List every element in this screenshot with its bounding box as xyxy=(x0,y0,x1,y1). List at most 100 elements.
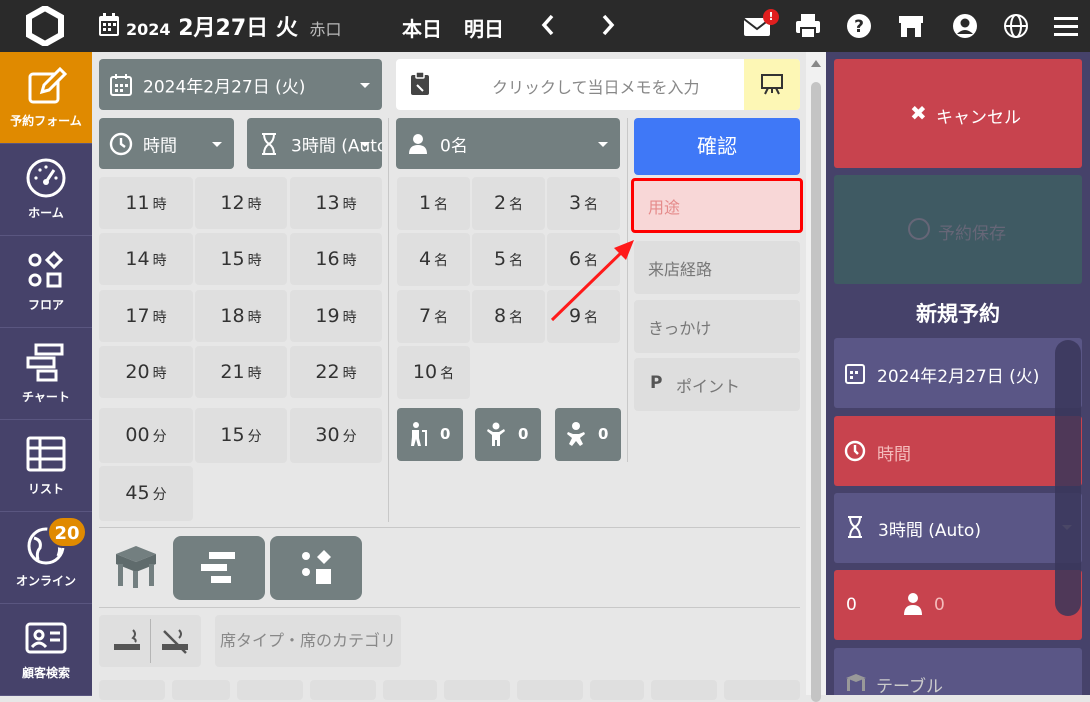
next-day-icon[interactable] xyxy=(601,14,615,36)
hour-button[interactable]: 11 時 xyxy=(99,177,193,229)
table-view-icon[interactable] xyxy=(110,544,162,590)
sidebar-item-chart[interactable]: チャート xyxy=(0,328,92,420)
people-count-button[interactable]: 7名 xyxy=(397,290,470,343)
day-memo-input[interactable]: クリックして当日メモを入力 xyxy=(396,59,800,110)
purpose-field[interactable]: 用途 xyxy=(631,178,803,233)
menu-icon[interactable] xyxy=(1052,12,1080,40)
people-count-button[interactable]: 8名 xyxy=(472,290,545,343)
people-select-value: 0名 xyxy=(440,136,468,156)
category-chip[interactable] xyxy=(651,680,717,700)
save-reservation-button[interactable]: 予約保存 xyxy=(834,175,1082,284)
header-date[interactable]: 2024 2月27日 火 赤口 xyxy=(126,10,342,42)
help-icon[interactable]: ? xyxy=(845,12,873,40)
whiteboard-button[interactable] xyxy=(744,59,800,110)
sidebar-item-reservation-form[interactable]: 予約フォーム xyxy=(0,52,92,144)
account-icon[interactable] xyxy=(951,12,979,40)
hour-value: 20 xyxy=(125,361,150,383)
edit-icon xyxy=(28,66,68,104)
sidebar-item-list[interactable]: リスト xyxy=(0,420,92,512)
people-count-button[interactable]: 5名 xyxy=(472,233,545,286)
hour-button[interactable]: 21 時 xyxy=(195,346,287,398)
count-unit: 名 xyxy=(434,310,449,326)
category-chip[interactable] xyxy=(383,680,437,700)
hour-button[interactable]: 14 時 xyxy=(99,233,193,285)
count-unit: 名 xyxy=(434,197,449,213)
hour-button[interactable]: 18 時 xyxy=(195,290,287,342)
people-select[interactable]: 0名 xyxy=(396,118,620,169)
baby-count-button[interactable]: 0 xyxy=(555,408,621,461)
smoking-icon[interactable] xyxy=(113,628,141,654)
category-chip[interactable] xyxy=(590,680,644,700)
today-button[interactable]: 本日 xyxy=(402,13,442,42)
header-rokuyo: 赤口 xyxy=(309,20,342,39)
category-chip[interactable] xyxy=(517,680,583,700)
minute-button[interactable]: 30 分 xyxy=(290,408,382,463)
confirm-button[interactable]: 確認 xyxy=(634,118,800,175)
sidebar-item-floor[interactable]: フロア xyxy=(0,236,92,328)
top-bar: 2024 2月27日 火 赤口 本日 明日 ! ? xyxy=(0,0,1090,52)
store-icon[interactable] xyxy=(897,12,925,40)
date-select[interactable]: 2024年2月27日 (火) xyxy=(99,59,382,110)
panel-scroll-thumb[interactable] xyxy=(1055,340,1081,616)
category-chip[interactable] xyxy=(724,680,800,700)
count-value: 1 xyxy=(418,192,432,214)
scroll-up-icon[interactable] xyxy=(811,60,821,67)
people-count-button[interactable]: 4名 xyxy=(397,233,470,286)
category-chip[interactable] xyxy=(99,680,165,700)
duration-select[interactable]: 3時間 (Auto) xyxy=(247,118,382,169)
floor-view-button[interactable] xyxy=(270,536,362,600)
hour-button[interactable]: 20 時 xyxy=(99,346,193,398)
people-count-button[interactable]: 1名 xyxy=(397,177,470,230)
minute-button[interactable]: 00 分 xyxy=(99,408,193,463)
minute-button[interactable]: 15 分 xyxy=(195,408,287,463)
hour-value: 16 xyxy=(315,248,340,270)
hour-button[interactable]: 19 時 xyxy=(290,290,382,342)
minute-value: 30 xyxy=(315,424,340,446)
category-chip[interactable] xyxy=(444,680,510,700)
people-count-button[interactable]: 3名 xyxy=(547,177,620,230)
cancel-button[interactable]: ✖ キャンセル xyxy=(834,59,1082,168)
sidebar-item-label: ホーム xyxy=(28,206,64,220)
people-count-button[interactable]: 10 名 xyxy=(397,346,470,399)
minute-button[interactable]: 45 分 xyxy=(99,466,193,521)
hour-button[interactable]: 16 時 xyxy=(290,233,382,285)
app-logo-icon[interactable] xyxy=(25,6,65,46)
trigger-field[interactable]: きっかけ xyxy=(634,300,800,353)
no-smoking-icon[interactable] xyxy=(161,628,189,654)
summary-duration[interactable]: 3時間 (Auto) xyxy=(834,493,1082,563)
summary-people[interactable]: 0 0 xyxy=(834,570,1082,640)
hour-button[interactable]: 17 時 xyxy=(99,290,193,342)
chart-view-button[interactable] xyxy=(173,536,265,600)
category-chip[interactable] xyxy=(172,680,230,700)
hour-button[interactable]: 12 時 xyxy=(195,177,287,229)
tomorrow-button[interactable]: 明日 xyxy=(464,13,504,42)
category-chip[interactable] xyxy=(310,680,376,700)
print-icon[interactable] xyxy=(794,12,822,40)
summary-time[interactable]: 時間 xyxy=(834,416,1082,486)
child-count-button[interactable]: 0 xyxy=(475,408,541,461)
section-divider xyxy=(99,527,800,528)
sidebar-item-customer-search[interactable]: 顧客検索 xyxy=(0,604,92,696)
summary-table[interactable]: テーブル xyxy=(834,648,1082,697)
senior-count-button[interactable]: 0 xyxy=(397,408,463,461)
prev-day-icon[interactable] xyxy=(541,14,555,36)
seat-category-filter[interactable]: 席タイプ・席のカテゴリ xyxy=(215,615,401,667)
hour-button[interactable]: 15 時 xyxy=(195,233,287,285)
time-select[interactable]: 時間 xyxy=(99,118,234,169)
hour-button[interactable]: 22 時 xyxy=(290,346,382,398)
sidebar-item-home[interactable]: ホーム xyxy=(0,144,92,236)
scroll-thumb[interactable] xyxy=(811,82,821,702)
language-globe-icon[interactable] xyxy=(1002,12,1030,40)
hour-value: 19 xyxy=(315,305,340,327)
point-field[interactable]: P ポイント xyxy=(634,358,800,411)
hourglass-icon xyxy=(262,132,276,155)
minute-value: 45 xyxy=(125,482,150,504)
visit-route-field[interactable]: 来店経路 xyxy=(634,241,800,294)
summary-date[interactable]: 2024年2月27日 (火) xyxy=(834,338,1082,408)
category-chip[interactable] xyxy=(237,680,303,700)
calendar-icon[interactable] xyxy=(98,13,120,37)
minute-value: 00 xyxy=(125,424,150,446)
hour-button[interactable]: 13 時 xyxy=(290,177,382,229)
main-scrollbar[interactable] xyxy=(806,52,826,702)
people-count-button[interactable]: 2名 xyxy=(472,177,545,230)
